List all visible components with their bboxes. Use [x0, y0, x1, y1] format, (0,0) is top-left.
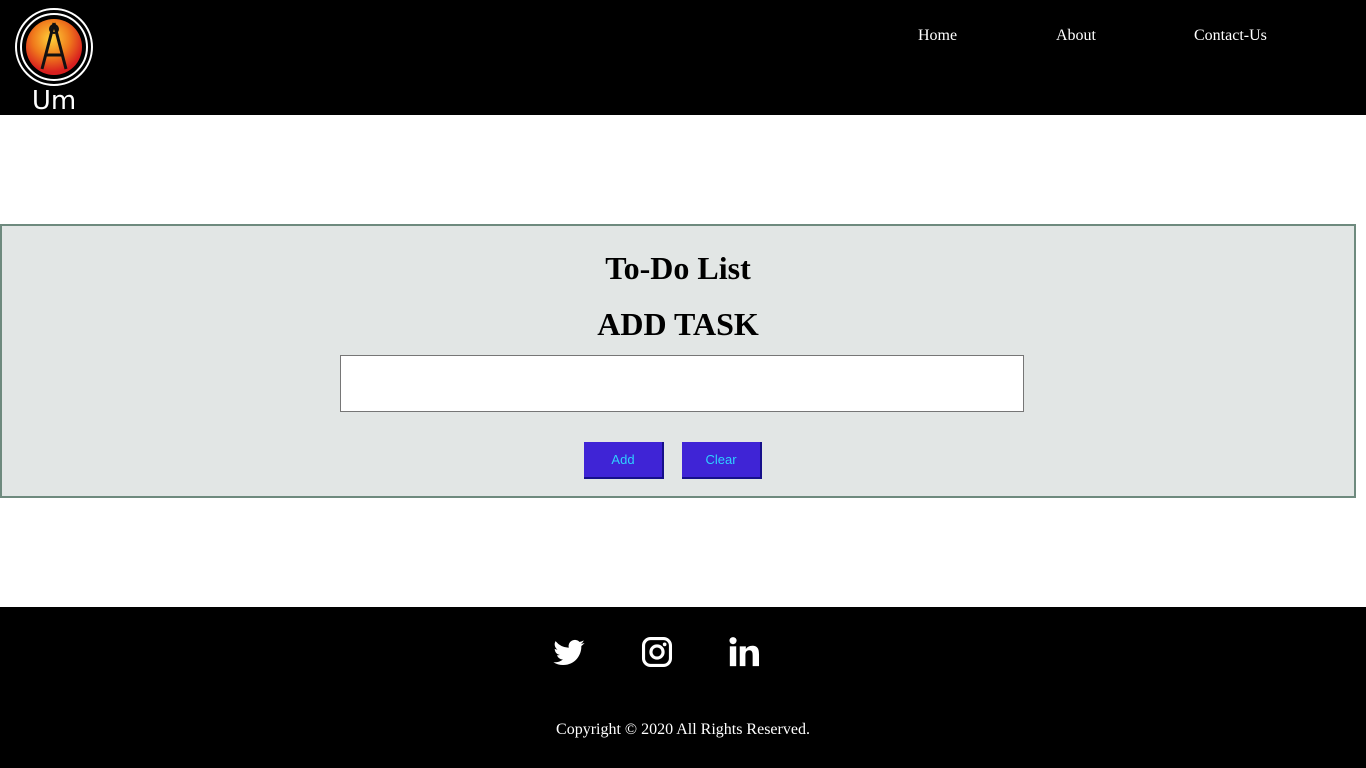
site-header: Um Home About Contact-Us: [0, 0, 1366, 116]
instagram-icon[interactable]: [640, 635, 676, 669]
twitter-icon[interactable]: [551, 635, 587, 669]
todo-title: To-Do List: [605, 250, 751, 286]
logo-icon: Um: [15, 8, 93, 116]
add-button[interactable]: Add: [584, 442, 664, 479]
task-input[interactable]: [340, 355, 1024, 412]
clear-button[interactable]: Clear: [682, 442, 762, 479]
nav-about-link[interactable]: About: [1056, 26, 1096, 46]
nav-contact-link[interactable]: Contact-Us: [1194, 26, 1267, 46]
linkedin-icon[interactable]: [727, 635, 763, 669]
add-task-heading: ADD TASK: [597, 306, 759, 342]
svg-text:Um: Um: [32, 86, 76, 113]
site-footer: Copyright © 2020 All Rights Reserved.: [0, 607, 1366, 768]
copyright-text: Copyright © 2020 All Rights Reserved.: [556, 721, 810, 738]
um-logo[interactable]: Um: [14, 5, 96, 116]
todo-panel: To-Do List ADD TASK Add Clear: [0, 224, 1356, 498]
nav-home-link[interactable]: Home: [918, 26, 957, 46]
